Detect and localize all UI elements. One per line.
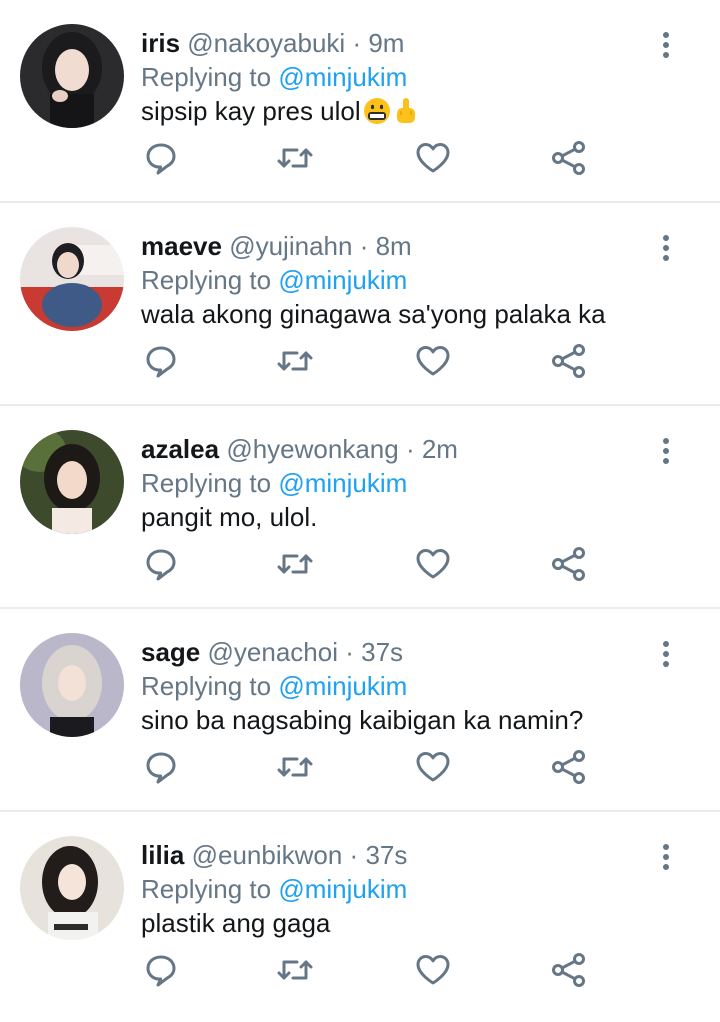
heart-icon[interactable] xyxy=(413,138,453,178)
reply-tweet[interactable]: azalea @hyewonkang · 2m Replying to @min… xyxy=(0,406,720,609)
more-options-icon[interactable] xyxy=(656,438,676,464)
display-name[interactable]: sage xyxy=(141,637,200,667)
replying-to-line: Replying to @minjukim xyxy=(141,669,650,703)
reply-feed: iris @nakoyabuki · 9m Replying to @minju… xyxy=(0,0,720,1015)
tweet-actions xyxy=(141,341,601,381)
replying-to-line: Replying to @minjukim xyxy=(141,263,650,297)
tweet-actions xyxy=(141,747,601,787)
tweet-actions xyxy=(141,138,601,178)
avatar-photo xyxy=(20,430,124,534)
timestamp: 8m xyxy=(375,231,412,261)
tweet-actions xyxy=(141,950,601,990)
separator-dot: · xyxy=(349,840,359,870)
reply-bubble-icon[interactable] xyxy=(141,544,181,584)
more-options-icon[interactable] xyxy=(656,844,676,870)
replying-to-line: Replying to @minjukim xyxy=(141,872,650,906)
avatar-photo xyxy=(20,633,124,737)
separator-dot: · xyxy=(359,231,369,261)
user-handle[interactable]: @yujinahn xyxy=(229,231,352,261)
grimacing-cursing-face-emoji xyxy=(363,97,391,133)
display-name[interactable]: azalea xyxy=(141,434,219,464)
tweet-header: lilia @eunbikwon · 37s xyxy=(141,838,650,872)
user-handle[interactable]: @hyewonkang xyxy=(226,434,398,464)
replying-to-line: Replying to @minjukim xyxy=(141,60,650,94)
mention-link[interactable]: @minjukim xyxy=(278,874,407,904)
replying-to-line: Replying to @minjukim xyxy=(141,466,650,500)
user-handle[interactable]: @yenachoi xyxy=(208,637,338,667)
heart-icon[interactable] xyxy=(413,950,453,990)
tweet-header: maeve @yujinahn · 8m xyxy=(141,229,650,263)
user-handle[interactable]: @nakoyabuki xyxy=(187,28,345,58)
share-icon[interactable] xyxy=(549,341,589,381)
tweet-actions xyxy=(141,544,601,584)
mention-link[interactable]: @minjukim xyxy=(278,62,407,92)
reply-bubble-icon[interactable] xyxy=(141,341,181,381)
tweet-header: iris @nakoyabuki · 9m xyxy=(141,26,650,60)
replying-prefix: Replying to xyxy=(141,874,272,904)
more-options-icon[interactable] xyxy=(656,235,676,261)
retweet-icon[interactable] xyxy=(275,138,315,178)
share-icon[interactable] xyxy=(549,950,589,990)
retweet-icon[interactable] xyxy=(275,341,315,381)
tweet-text: plastik ang gaga xyxy=(141,908,331,938)
heart-icon[interactable] xyxy=(413,544,453,584)
tweet-text: wala akong ginagawa sa'yong palaka ka xyxy=(141,299,606,329)
display-name[interactable]: maeve xyxy=(141,231,222,261)
reply-tweet[interactable]: sage @yenachoi · 37s Replying to @minjuk… xyxy=(0,609,720,812)
avatar[interactable] xyxy=(20,633,124,737)
tweet-text: pangit mo, ulol. xyxy=(141,502,318,532)
avatar-photo xyxy=(20,227,124,331)
reply-tweet[interactable]: lilia @eunbikwon · 37s Replying to @minj… xyxy=(0,812,720,1015)
mention-link[interactable]: @minjukim xyxy=(278,265,407,295)
display-name[interactable]: lilia xyxy=(141,840,184,870)
more-options-icon[interactable] xyxy=(656,32,676,58)
avatar-photo xyxy=(20,836,124,940)
avatar[interactable] xyxy=(20,24,124,128)
tweet-text: sino ba nagsabing kaibigan ka namin? xyxy=(141,705,584,735)
replying-prefix: Replying to xyxy=(141,468,272,498)
share-icon[interactable] xyxy=(549,747,589,787)
reply-tweet[interactable]: iris @nakoyabuki · 9m Replying to @minju… xyxy=(0,0,720,203)
tweet-header: sage @yenachoi · 37s xyxy=(141,635,650,669)
tweet-text: sipsip kay pres ulol xyxy=(141,96,361,126)
timestamp: 9m xyxy=(368,28,405,58)
separator-dot: · xyxy=(405,434,415,464)
avatar[interactable] xyxy=(20,227,124,331)
mention-link[interactable]: @minjukim xyxy=(278,671,407,701)
avatar-photo xyxy=(20,24,124,128)
tweet-text-row: sipsip kay pres ulol xyxy=(141,94,650,133)
reply-bubble-icon[interactable] xyxy=(141,138,181,178)
avatar[interactable] xyxy=(20,836,124,940)
display-name[interactable]: iris xyxy=(141,28,180,58)
tweet-header: azalea @hyewonkang · 2m xyxy=(141,432,650,466)
avatar[interactable] xyxy=(20,430,124,534)
replying-prefix: Replying to xyxy=(141,62,272,92)
replying-prefix: Replying to xyxy=(141,265,272,295)
separator-dot: · xyxy=(345,637,354,667)
reply-bubble-icon[interactable] xyxy=(141,747,181,787)
timestamp: 37s xyxy=(361,637,404,667)
reply-bubble-icon[interactable] xyxy=(141,950,181,990)
retweet-icon[interactable] xyxy=(275,747,315,787)
reply-tweet[interactable]: maeve @yujinahn · 8m Replying to @minjuk… xyxy=(0,203,720,406)
timestamp: 2m xyxy=(421,434,458,464)
retweet-icon[interactable] xyxy=(275,950,315,990)
more-options-icon[interactable] xyxy=(656,641,676,667)
timestamp: 37s xyxy=(365,840,408,870)
retweet-icon[interactable] xyxy=(275,544,315,584)
separator-dot: · xyxy=(352,28,362,58)
share-icon[interactable] xyxy=(549,544,589,584)
heart-icon[interactable] xyxy=(413,747,453,787)
mention-link[interactable]: @minjukim xyxy=(278,468,407,498)
user-handle[interactable]: @eunbikwon xyxy=(192,840,343,870)
middle-finger-emoji xyxy=(393,97,419,133)
heart-icon[interactable] xyxy=(413,341,453,381)
share-icon[interactable] xyxy=(549,138,589,178)
replying-prefix: Replying to xyxy=(141,671,272,701)
